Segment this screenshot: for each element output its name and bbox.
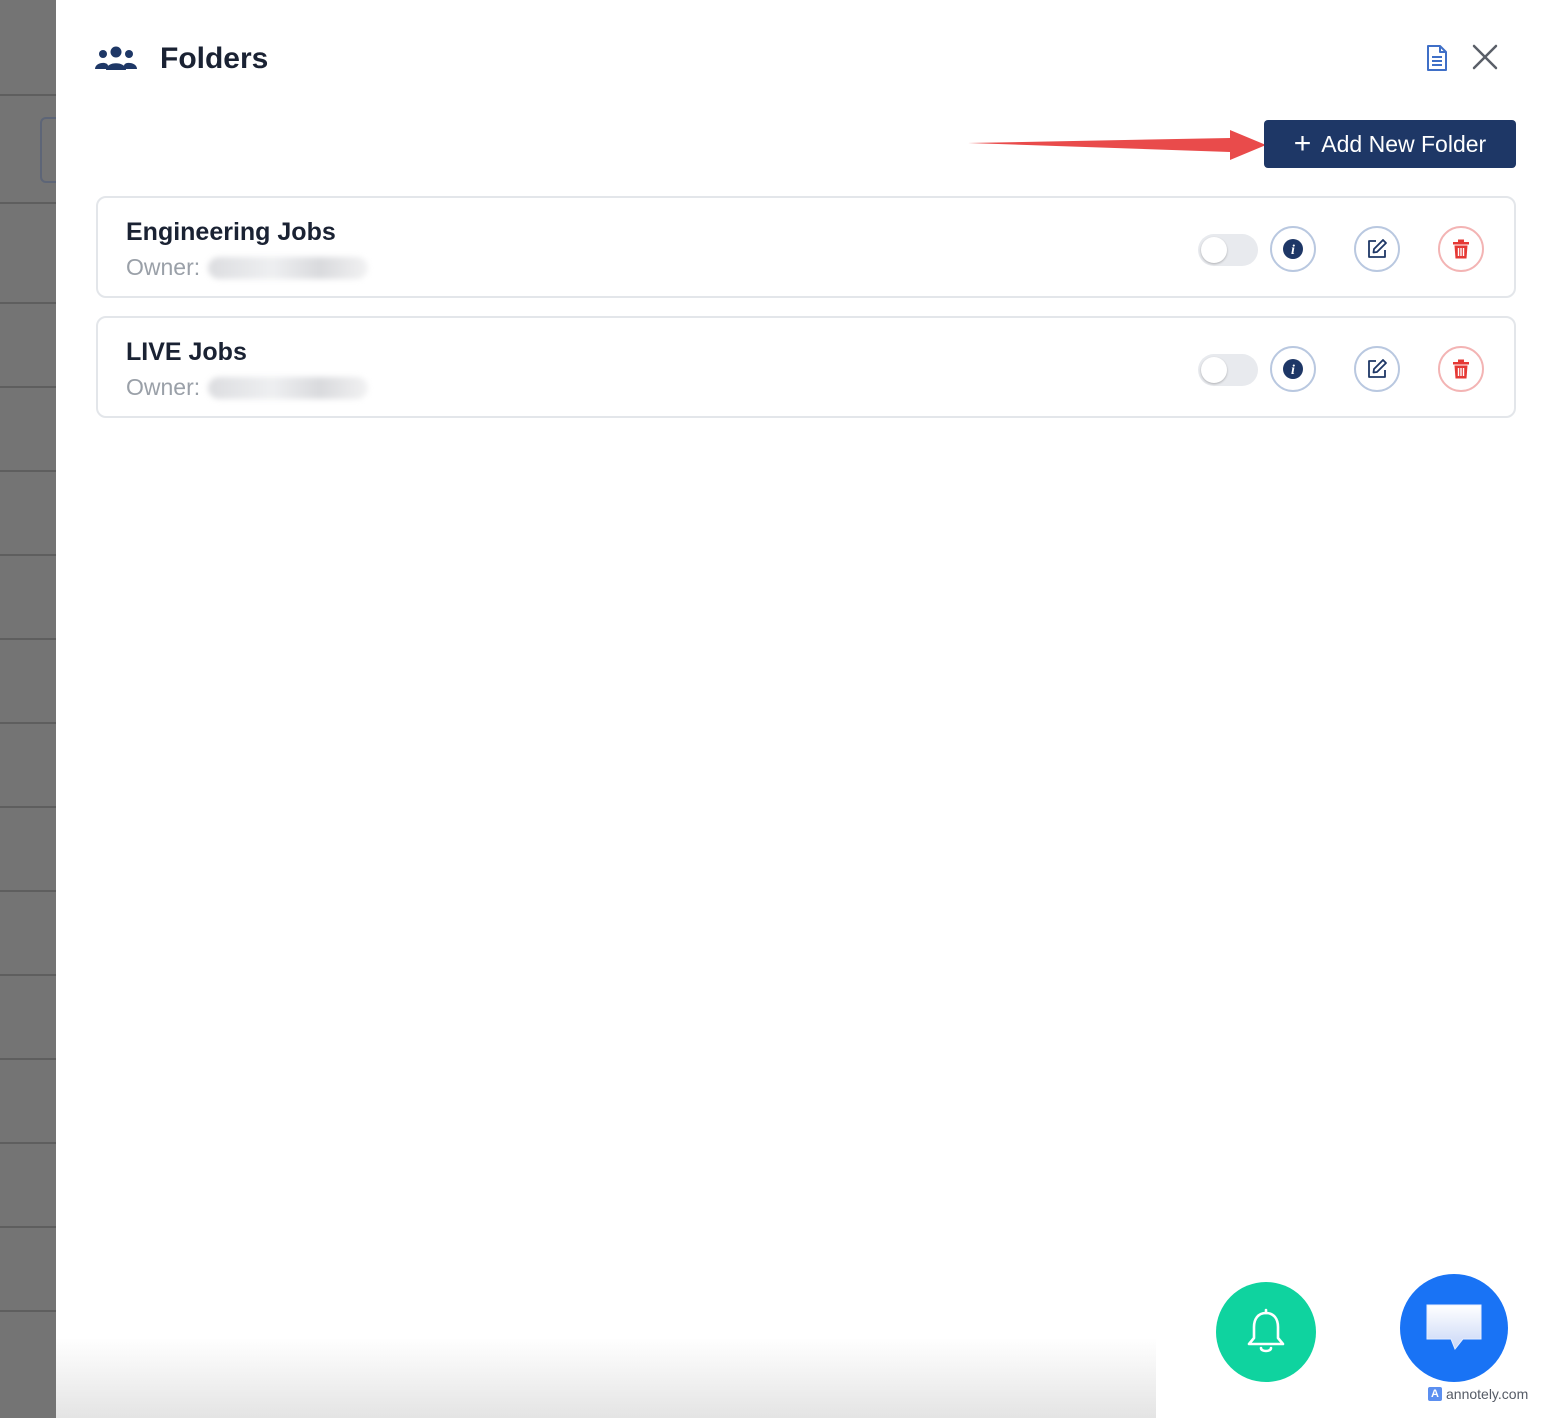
folder-toggle[interactable] xyxy=(1198,354,1258,386)
edit-icon xyxy=(1368,359,1387,378)
edit-icon xyxy=(1368,239,1387,258)
folder-card[interactable]: LIVE Jobs Owner: i xyxy=(96,316,1516,418)
users-group-icon xyxy=(95,46,137,70)
toggle-knob xyxy=(1201,237,1227,263)
bottom-shadow xyxy=(56,1338,1156,1418)
page-title: Folders xyxy=(160,42,269,75)
divider xyxy=(0,1058,56,1060)
divider xyxy=(0,554,56,556)
trash-icon xyxy=(1453,359,1469,379)
info-icon: i xyxy=(1283,359,1303,379)
folder-info-button[interactable]: i xyxy=(1270,226,1316,272)
annotely-logo-icon: A xyxy=(1428,1387,1442,1401)
folder-owner: Owner: xyxy=(126,374,369,401)
folder-name: LIVE Jobs xyxy=(126,338,247,366)
owner-label: Owner: xyxy=(126,374,201,400)
divider xyxy=(0,386,56,388)
divider xyxy=(0,1142,56,1144)
notifications-button[interactable] xyxy=(1216,1282,1316,1382)
chat-button[interactable] xyxy=(1400,1274,1508,1382)
info-icon: i xyxy=(1283,239,1303,259)
divider xyxy=(0,202,56,204)
folder-delete-button[interactable] xyxy=(1438,226,1484,272)
folder-info-button[interactable]: i xyxy=(1270,346,1316,392)
folders-drawer: Folders + Add New Folder Engineering Job… xyxy=(56,0,1554,1418)
toggle-knob xyxy=(1201,357,1227,383)
divider xyxy=(0,470,56,472)
annotation-arrow-icon xyxy=(968,130,1266,160)
folder-card[interactable]: Engineering Jobs Owner: i xyxy=(96,196,1516,298)
folder-edit-button[interactable] xyxy=(1354,226,1400,272)
watermark: A annotely.com xyxy=(1428,1386,1528,1402)
trash-icon xyxy=(1453,239,1469,259)
background-app xyxy=(0,0,68,1418)
owner-value-redacted xyxy=(208,376,369,399)
watermark-text: annotely.com xyxy=(1446,1386,1529,1402)
chat-bubble-icon xyxy=(1426,1304,1482,1350)
plus-icon: + xyxy=(1293,127,1312,160)
folder-name: Engineering Jobs xyxy=(126,218,336,246)
add-new-folder-button[interactable]: + Add New Folder xyxy=(1264,120,1516,168)
owner-label: Owner: xyxy=(126,254,201,280)
folder-toggle[interactable] xyxy=(1198,234,1258,266)
document-icon[interactable] xyxy=(1423,44,1451,72)
divider xyxy=(0,1226,56,1228)
folder-list: Engineering Jobs Owner: i LIVE Jobs Owne… xyxy=(96,196,1516,436)
folder-owner: Owner: xyxy=(126,254,369,281)
folder-edit-button[interactable] xyxy=(1354,346,1400,392)
folder-delete-button[interactable] xyxy=(1438,346,1484,392)
divider xyxy=(0,722,56,724)
bell-icon xyxy=(1247,1308,1285,1353)
divider xyxy=(0,1310,56,1312)
divider xyxy=(0,890,56,892)
divider xyxy=(0,94,56,96)
svg-text:i: i xyxy=(1291,363,1295,378)
divider xyxy=(0,806,56,808)
close-icon[interactable] xyxy=(1470,42,1500,72)
divider xyxy=(0,302,56,304)
owner-value-redacted xyxy=(208,256,369,279)
divider xyxy=(0,638,56,640)
divider xyxy=(0,974,56,976)
svg-text:i: i xyxy=(1291,243,1295,258)
add-new-folder-label: Add New Folder xyxy=(1321,130,1487,157)
